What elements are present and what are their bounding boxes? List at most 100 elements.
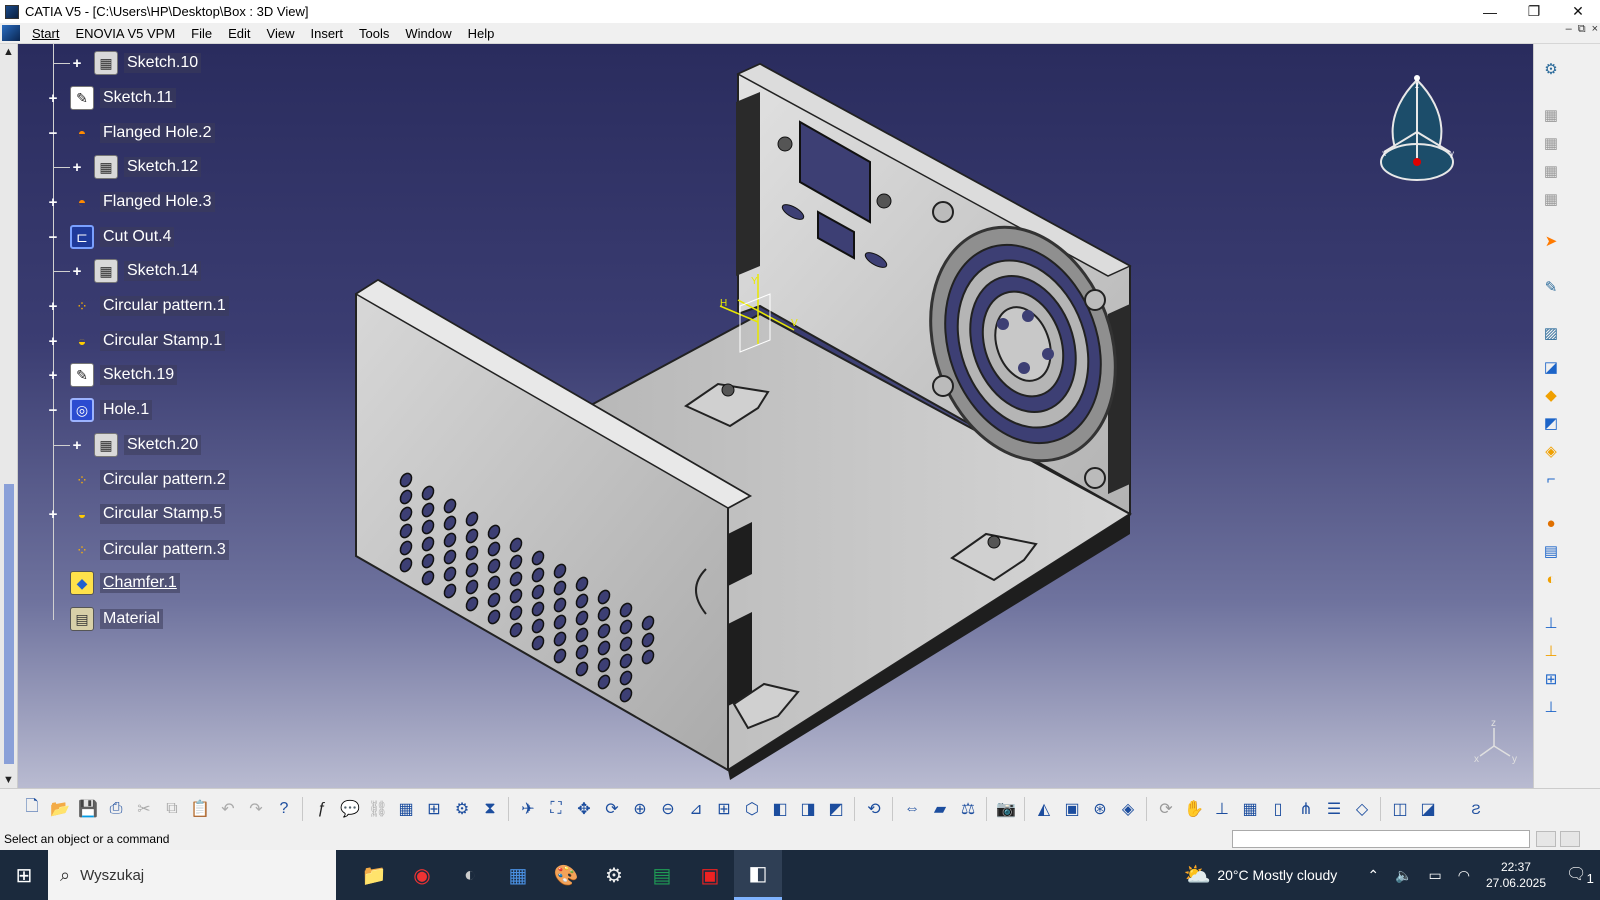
tree-item[interactable]: ⁘ Circular pattern.2 [46, 467, 229, 493]
formula-icon[interactable]: ƒ [308, 795, 336, 823]
print-icon[interactable]: ⎙ [102, 795, 130, 823]
tree-item[interactable]: + ▦ Sketch.12 [70, 154, 202, 180]
axis-system-icon[interactable]: ⊥ [1208, 795, 1236, 823]
menu-edit[interactable]: Edit [220, 26, 258, 41]
tree-item[interactable]: + ◓ Flanged Hole.3 [46, 189, 215, 215]
stamp-icon[interactable]: ● [1539, 512, 1563, 534]
select-arrow-icon[interactable]: ➤ [1539, 230, 1563, 252]
list-icon[interactable]: ☰ [1320, 795, 1348, 823]
expand-icon[interactable]: + [70, 55, 84, 72]
link-icon[interactable]: ⛓ [364, 795, 392, 823]
shading-icon[interactable]: ◧ [766, 795, 794, 823]
extrusion-icon[interactable]: ◩ [1539, 412, 1563, 434]
fold-icon[interactable]: ◐ [1539, 568, 1563, 590]
minimize-button[interactable]: — [1468, 0, 1512, 23]
capture-icon[interactable]: 📷 [992, 795, 1020, 823]
close-button[interactable]: ✕ [1556, 0, 1600, 23]
workbench-icon-1[interactable]: ▦ [1539, 104, 1563, 126]
bend-icon[interactable]: ⌐ [1539, 468, 1563, 490]
wall-icon[interactable]: ◪ [1539, 356, 1563, 378]
cutout-icon[interactable]: ⊥ [1539, 612, 1563, 634]
expand-icon[interactable]: + [46, 333, 60, 350]
environment-icon[interactable]: ⊛ [1086, 795, 1114, 823]
solidworks-icon[interactable]: ▣ [686, 850, 734, 900]
map-icon[interactable]: ▣ [1058, 795, 1086, 823]
table-icon[interactable]: ▦ [392, 795, 420, 823]
expand-icon[interactable]: + [46, 367, 60, 384]
apply-material-icon[interactable]: ◭ [1030, 795, 1058, 823]
cut-icon[interactable]: ✂ [130, 795, 158, 823]
command-button-1[interactable] [1536, 831, 1556, 847]
weather-widget[interactable]: 20°C Mostly cloudy [1217, 867, 1337, 883]
tree-item[interactable]: − ◎ Hole.1 [46, 397, 153, 423]
notification-icon[interactable]: 🗨1 [1560, 864, 1600, 886]
menu-enovia[interactable]: ENOVIA V5 VPM [67, 26, 183, 41]
wifi-icon[interactable]: ◠ [1458, 867, 1470, 884]
tree-item[interactable]: + ⁘ Circular pattern.1 [46, 293, 229, 319]
file-explorer-icon[interactable]: 📁 [350, 850, 398, 900]
tree-item[interactable]: ◆ Chamfer.1 [46, 570, 180, 596]
mass-properties-icon[interactable]: ⚖ [954, 795, 982, 823]
paste-icon[interactable]: 📋 [186, 795, 214, 823]
properties-icon[interactable]: ◪ [1414, 795, 1442, 823]
collapse-icon[interactable]: − [46, 125, 60, 142]
container-icon[interactable]: ▯ [1264, 795, 1292, 823]
restore-button[interactable]: ❐ [1512, 0, 1556, 23]
measure-item-icon[interactable]: ▰ [926, 795, 954, 823]
compass-widget[interactable]: z x y [1372, 70, 1462, 185]
branch-icon[interactable]: ⋔ [1292, 795, 1320, 823]
zoom-out-icon[interactable]: ⊖ [654, 795, 682, 823]
expand-icon[interactable]: + [70, 159, 84, 176]
command-input[interactable] [1232, 830, 1530, 848]
swap-visible-icon[interactable]: ◩ [822, 795, 850, 823]
expand-icon[interactable]: + [70, 437, 84, 454]
render-icon[interactable]: ◈ [1114, 795, 1142, 823]
hand-icon[interactable]: ✋ [1180, 795, 1208, 823]
scrollbar-thumb[interactable] [4, 484, 14, 764]
corner-relief-icon[interactable]: ⊥ [1539, 696, 1563, 718]
collapse-icon[interactable]: − [46, 229, 60, 246]
tree-item[interactable]: + ▦ Sketch.20 [70, 432, 202, 458]
rotate-icon[interactable]: ⟳ [598, 795, 626, 823]
settings-icon[interactable]: ⚙ [590, 850, 638, 900]
menu-start[interactable]: Start [24, 26, 67, 41]
volume-icon[interactable]: 🔈 [1395, 867, 1412, 884]
flange-icon[interactable]: ◆ [1539, 384, 1563, 406]
taskbar-search[interactable]: ⌕ Wyszukaj [48, 850, 336, 900]
doc-close-button[interactable]: × [1592, 23, 1598, 36]
expand-icon[interactable]: + [46, 506, 60, 523]
chrome-icon[interactable]: ◉ [398, 850, 446, 900]
comment-icon[interactable]: 💬 [336, 795, 364, 823]
update-icon[interactable]: ⟲ [860, 795, 888, 823]
tree-item[interactable]: + ◒ Circular Stamp.5 [46, 501, 226, 527]
unfold-icon[interactable]: ▤ [1539, 540, 1563, 562]
battery-icon[interactable]: ▭ [1428, 867, 1441, 884]
sketcher-icon[interactable]: ✎ [1539, 276, 1563, 298]
windows-start-icon[interactable]: ⊞ [0, 850, 48, 900]
tree-item[interactable]: + ◒ Circular Stamp.1 [46, 328, 226, 354]
paint-icon[interactable]: 🎨 [542, 850, 590, 900]
tree-item[interactable]: + ▦ Sketch.10 [70, 50, 202, 76]
menu-window[interactable]: Window [397, 26, 459, 41]
iso-view-icon[interactable]: ⬡ [738, 795, 766, 823]
weather-cloud-icon[interactable]: ⛅ [1184, 862, 1211, 888]
zoom-in-icon[interactable]: ⊕ [626, 795, 654, 823]
expand-icon[interactable]: + [46, 194, 60, 211]
menu-file[interactable]: File [183, 26, 220, 41]
expand-icon[interactable]: + [46, 298, 60, 315]
tree-item[interactable]: ⁘ Circular pattern.3 [46, 537, 229, 563]
excel-icon[interactable]: ▤ [638, 850, 686, 900]
pattern-icon[interactable]: ⊞ [1539, 668, 1563, 690]
calculator-icon[interactable]: ▦ [494, 850, 542, 900]
tree-item[interactable]: ▤ Material [46, 606, 163, 632]
grid-icon[interactable]: ▦ [1236, 795, 1264, 823]
doc-minimize-button[interactable]: – [1566, 23, 1572, 36]
expand-icon[interactable]: + [70, 263, 84, 280]
hole-tool-icon[interactable]: ⊥ [1539, 640, 1563, 662]
doc-restore-button[interactable]: ⧉ [1578, 23, 1586, 36]
normal-view-icon[interactable]: ⊿ [682, 795, 710, 823]
plane-icon[interactable]: ◇ [1348, 795, 1376, 823]
layers-icon[interactable]: ◫ [1386, 795, 1414, 823]
tree-item[interactable]: − ⊏ Cut Out.4 [46, 224, 175, 250]
chevron-up-icon[interactable]: ⌃ [1367, 867, 1379, 884]
